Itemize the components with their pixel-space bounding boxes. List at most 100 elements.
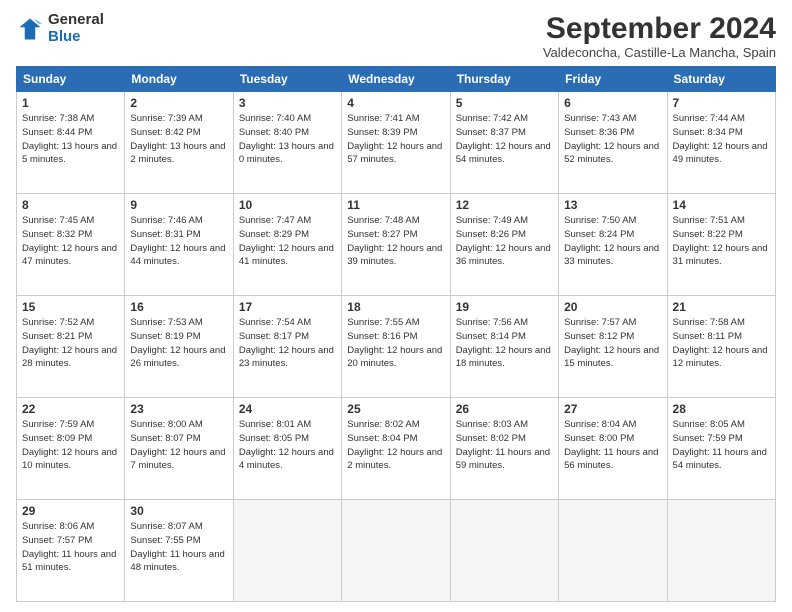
col-friday: Friday <box>559 67 667 92</box>
day-info: Sunrise: 8:00 AMSunset: 8:07 PMDaylight:… <box>130 418 227 473</box>
calendar-cell: 24 Sunrise: 8:01 AMSunset: 8:05 PMDayligh… <box>233 398 341 500</box>
day-number: 30 <box>130 504 227 518</box>
header-row: Sunday Monday Tuesday Wednesday Thursday… <box>17 67 776 92</box>
day-info: Sunrise: 7:55 AMSunset: 8:16 PMDaylight:… <box>347 316 444 371</box>
day-info: Sunrise: 7:52 AMSunset: 8:21 PMDaylight:… <box>22 316 119 371</box>
day-info: Sunrise: 7:59 AMSunset: 8:09 PMDaylight:… <box>22 418 119 473</box>
day-number: 26 <box>456 402 553 416</box>
day-info: Sunrise: 7:39 AMSunset: 8:42 PMDaylight:… <box>130 112 227 167</box>
day-number: 25 <box>347 402 444 416</box>
day-info: Sunrise: 7:40 AMSunset: 8:40 PMDaylight:… <box>239 112 336 167</box>
col-thursday: Thursday <box>450 67 558 92</box>
calendar-cell <box>450 500 558 602</box>
day-info: Sunrise: 7:43 AMSunset: 8:36 PMDaylight:… <box>564 112 661 167</box>
day-number: 18 <box>347 300 444 314</box>
calendar-cell <box>233 500 341 602</box>
calendar-cell: 21 Sunrise: 7:58 AMSunset: 8:11 PMDayligh… <box>667 296 775 398</box>
col-monday: Monday <box>125 67 233 92</box>
calendar-cell: 2 Sunrise: 7:39 AMSunset: 8:42 PMDaylight… <box>125 92 233 194</box>
day-info: Sunrise: 8:02 AMSunset: 8:04 PMDaylight:… <box>347 418 444 473</box>
logo-text: General Blue <box>48 12 104 45</box>
day-number: 20 <box>564 300 661 314</box>
calendar-week-4: 22Sunrise: 7:59 AMSunset: 8:09 PMDayligh… <box>17 398 776 500</box>
calendar-cell: 11 Sunrise: 7:48 AMSunset: 8:27 PMDayligh… <box>342 194 450 296</box>
col-wednesday: Wednesday <box>342 67 450 92</box>
calendar-cell: 14Sunrise: 7:51 AMSunset: 8:22 PMDayligh… <box>667 194 775 296</box>
day-number: 8 <box>22 198 119 212</box>
calendar-cell: 22Sunrise: 7:59 AMSunset: 8:09 PMDayligh… <box>17 398 125 500</box>
day-info: Sunrise: 7:53 AMSunset: 8:19 PMDaylight:… <box>130 316 227 371</box>
day-info: Sunrise: 7:41 AMSunset: 8:39 PMDaylight:… <box>347 112 444 167</box>
calendar-cell: 23 Sunrise: 8:00 AMSunset: 8:07 PMDayligh… <box>125 398 233 500</box>
calendar-week-5: 29 Sunrise: 8:06 AMSunset: 7:57 PMDayligh… <box>17 500 776 602</box>
col-saturday: Saturday <box>667 67 775 92</box>
calendar-cell <box>342 500 450 602</box>
day-info: Sunrise: 7:47 AMSunset: 8:29 PMDaylight:… <box>239 214 336 269</box>
calendar-week-1: 1 Sunrise: 7:38 AMSunset: 8:44 PMDaylight… <box>17 92 776 194</box>
day-number: 21 <box>673 300 770 314</box>
calendar-week-2: 8Sunrise: 7:45 AMSunset: 8:32 PMDaylight… <box>17 194 776 296</box>
day-info: Sunrise: 8:06 AMSunset: 7:57 PMDaylight:… <box>22 520 119 575</box>
day-info: Sunrise: 7:56 AMSunset: 8:14 PMDaylight:… <box>456 316 553 371</box>
day-info: Sunrise: 7:49 AMSunset: 8:26 PMDaylight:… <box>456 214 553 269</box>
day-info: Sunrise: 7:46 AMSunset: 8:31 PMDaylight:… <box>130 214 227 269</box>
day-info: Sunrise: 8:04 AMSunset: 8:00 PMDaylight:… <box>564 418 661 473</box>
day-number: 7 <box>673 96 770 110</box>
logo-blue-text: Blue <box>48 29 104 46</box>
calendar-cell: 17Sunrise: 7:54 AMSunset: 8:17 PMDayligh… <box>233 296 341 398</box>
calendar-cell: 9 Sunrise: 7:46 AMSunset: 8:31 PMDaylight… <box>125 194 233 296</box>
calendar-table: Sunday Monday Tuesday Wednesday Thursday… <box>16 66 776 602</box>
logo-icon <box>16 15 44 43</box>
logo-general-text: General <box>48 12 104 29</box>
location: Valdeconcha, Castille-La Mancha, Spain <box>543 45 776 60</box>
day-info: Sunrise: 8:07 AMSunset: 7:55 PMDaylight:… <box>130 520 227 575</box>
day-info: Sunrise: 7:58 AMSunset: 8:11 PMDaylight:… <box>673 316 770 371</box>
calendar-cell: 27 Sunrise: 8:04 AMSunset: 8:00 PMDayligh… <box>559 398 667 500</box>
day-number: 13 <box>564 198 661 212</box>
month-title: September 2024 <box>543 12 776 45</box>
calendar-cell: 5 Sunrise: 7:42 AMSunset: 8:37 PMDaylight… <box>450 92 558 194</box>
day-number: 3 <box>239 96 336 110</box>
col-tuesday: Tuesday <box>233 67 341 92</box>
calendar-cell: 29 Sunrise: 8:06 AMSunset: 7:57 PMDayligh… <box>17 500 125 602</box>
day-number: 15 <box>22 300 119 314</box>
calendar-cell <box>559 500 667 602</box>
day-info: Sunrise: 7:42 AMSunset: 8:37 PMDaylight:… <box>456 112 553 167</box>
day-info: Sunrise: 8:05 AMSunset: 7:59 PMDaylight:… <box>673 418 770 473</box>
calendar-cell: 15 Sunrise: 7:52 AMSunset: 8:21 PMDayligh… <box>17 296 125 398</box>
day-number: 11 <box>347 198 444 212</box>
calendar-cell: 6Sunrise: 7:43 AMSunset: 8:36 PMDaylight… <box>559 92 667 194</box>
calendar-cell: 10 Sunrise: 7:47 AMSunset: 8:29 PMDayligh… <box>233 194 341 296</box>
day-number: 24 <box>239 402 336 416</box>
day-number: 23 <box>130 402 227 416</box>
day-info: Sunrise: 7:57 AMSunset: 8:12 PMDaylight:… <box>564 316 661 371</box>
day-info: Sunrise: 7:50 AMSunset: 8:24 PMDaylight:… <box>564 214 661 269</box>
calendar-cell: 25 Sunrise: 8:02 AMSunset: 8:04 PMDayligh… <box>342 398 450 500</box>
day-number: 12 <box>456 198 553 212</box>
calendar-cell: 3 Sunrise: 7:40 AMSunset: 8:40 PMDaylight… <box>233 92 341 194</box>
day-info: Sunrise: 8:01 AMSunset: 8:05 PMDaylight:… <box>239 418 336 473</box>
calendar-cell: 18 Sunrise: 7:55 AMSunset: 8:16 PMDayligh… <box>342 296 450 398</box>
title-block: September 2024 Valdeconcha, Castille-La … <box>543 12 776 60</box>
col-sunday: Sunday <box>17 67 125 92</box>
calendar-cell: 26 Sunrise: 8:03 AMSunset: 8:02 PMDayligh… <box>450 398 558 500</box>
day-number: 17 <box>239 300 336 314</box>
page: General Blue September 2024 Valdeconcha,… <box>0 0 792 612</box>
day-info: Sunrise: 8:03 AMSunset: 8:02 PMDaylight:… <box>456 418 553 473</box>
day-info: Sunrise: 7:38 AMSunset: 8:44 PMDaylight:… <box>22 112 119 167</box>
calendar-cell: 13 Sunrise: 7:50 AMSunset: 8:24 PMDayligh… <box>559 194 667 296</box>
day-number: 16 <box>130 300 227 314</box>
day-number: 2 <box>130 96 227 110</box>
calendar-cell: 1 Sunrise: 7:38 AMSunset: 8:44 PMDaylight… <box>17 92 125 194</box>
calendar-cell: 7 Sunrise: 7:44 AMSunset: 8:34 PMDaylight… <box>667 92 775 194</box>
day-number: 10 <box>239 198 336 212</box>
day-number: 29 <box>22 504 119 518</box>
calendar-cell: 20 Sunrise: 7:57 AMSunset: 8:12 PMDayligh… <box>559 296 667 398</box>
day-info: Sunrise: 7:44 AMSunset: 8:34 PMDaylight:… <box>673 112 770 167</box>
day-number: 5 <box>456 96 553 110</box>
day-info: Sunrise: 7:48 AMSunset: 8:27 PMDaylight:… <box>347 214 444 269</box>
day-number: 9 <box>130 198 227 212</box>
day-number: 1 <box>22 96 119 110</box>
calendar-cell: 4Sunrise: 7:41 AMSunset: 8:39 PMDaylight… <box>342 92 450 194</box>
day-number: 27 <box>564 402 661 416</box>
